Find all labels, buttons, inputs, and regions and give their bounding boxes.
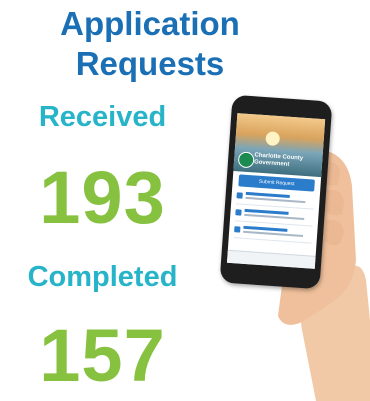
received-count: 193 <box>39 156 166 239</box>
app-list-item <box>233 223 313 244</box>
county-seal-icon <box>237 151 255 169</box>
received-label: Received <box>38 101 167 133</box>
smartphone: Charlotte County Government Submit Reque… <box>219 94 333 290</box>
phone-screen: Charlotte County Government Submit Reque… <box>226 113 326 269</box>
completed-count: 157 <box>39 314 166 397</box>
page-title: Application Requests <box>0 4 300 84</box>
sun-icon <box>265 131 281 147</box>
app-tab-bar <box>226 249 316 269</box>
app-header-photo: Charlotte County Government <box>233 113 326 178</box>
submit-request-button: Submit Request <box>238 174 315 192</box>
app-org-name: Charlotte County Government <box>254 152 303 169</box>
completed-label: Completed <box>27 261 178 293</box>
hand-holding-phone-illustration: Charlotte County Government Submit Reque… <box>198 90 370 401</box>
title-line-2: Requests <box>75 45 225 82</box>
title-line-1: Application <box>60 5 240 42</box>
